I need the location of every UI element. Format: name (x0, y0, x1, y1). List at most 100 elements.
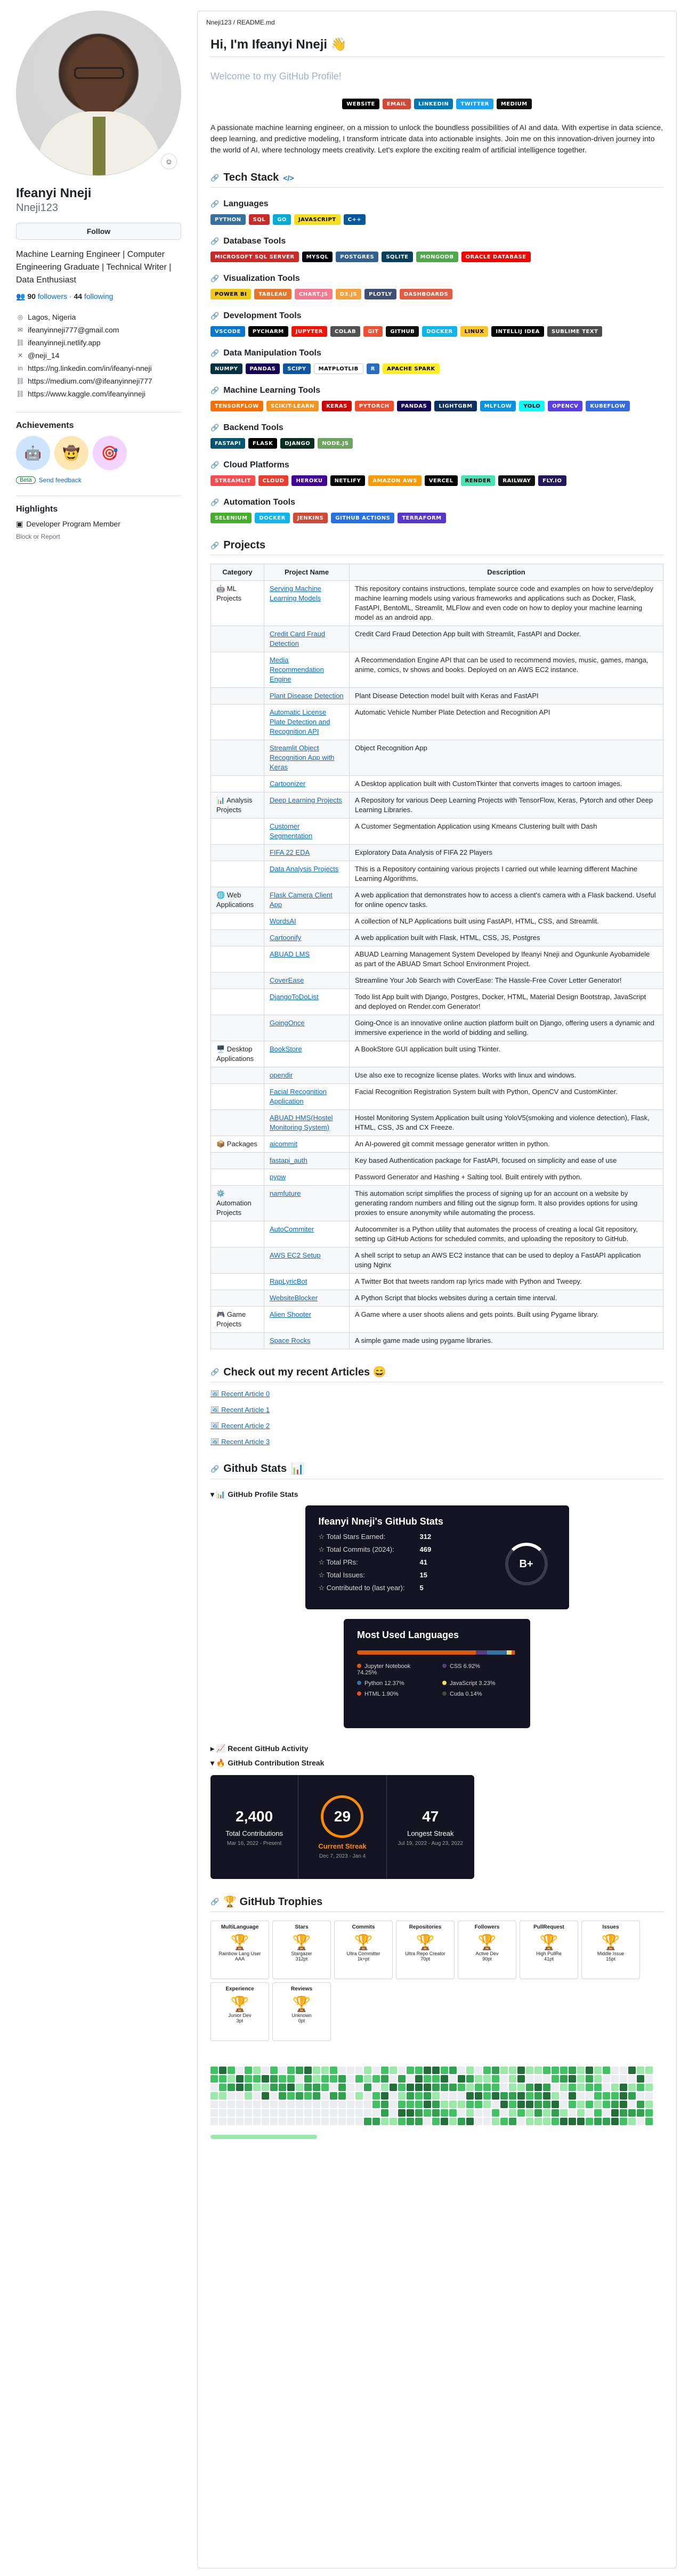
anchor-link-icon[interactable]: 🔗 (210, 237, 219, 246)
achievement-badge[interactable]: 🤠 (54, 436, 88, 470)
vcard-text[interactable]: https://medium.com/@ifeanyinneji777 (28, 375, 152, 387)
streak-longest: 47 Longest Streak Jul 19, 2022 - Aug 23,… (398, 1808, 463, 1846)
vcard-text[interactable]: @neji_14 (28, 349, 59, 362)
project-name-link[interactable]: Facial Recognition Application (264, 1083, 350, 1110)
article-link[interactable]: 🖼 Recent Article 0 (210, 1390, 663, 1398)
project-name-link[interactable]: ABUAD HMS(Hostel Monitoring System) (264, 1109, 350, 1136)
following-link[interactable]: 44 following (74, 292, 114, 301)
project-name-link[interactable]: RapLyricBot (264, 1273, 350, 1290)
languages-bar (357, 1650, 517, 1655)
project-name-link[interactable]: namfuture (264, 1185, 350, 1221)
anchor-link-icon[interactable]: 🔗 (210, 541, 219, 550)
vcard-item[interactable]: ✕ @neji_14 (16, 349, 187, 362)
contribution-cell (569, 2084, 576, 2091)
project-name-link[interactable]: AutoCommiter (264, 1221, 350, 1248)
achievement-badge[interactable]: 🤖 (16, 436, 50, 470)
send-feedback-link[interactable]: Send feedback (39, 476, 82, 484)
contribution-cell (355, 2067, 363, 2074)
project-name-link[interactable]: Alien Shooter (264, 1306, 350, 1333)
social-badge-email[interactable]: Email (382, 99, 411, 109)
contribution-cell (517, 2118, 525, 2125)
trophy-card: Stars 🏆 Stargazer 312pt (272, 1921, 331, 1979)
article-link[interactable]: 🖼 Recent Article 1 (210, 1406, 663, 1414)
project-name-link[interactable]: Data Analysis Projects (264, 861, 350, 887)
anchor-link-icon[interactable]: 🔗 (210, 274, 219, 283)
stack-section-title: 🔗 Visualization Tools (210, 274, 663, 283)
readme-path[interactable]: Nneji123 / README.md (198, 11, 676, 35)
stats-details-summary[interactable]: ▾ 📊 GitHub Profile Stats (210, 1490, 663, 1499)
project-name-link[interactable]: aicommit (264, 1136, 350, 1153)
project-name-link[interactable]: Automatic License Plate Detection and Re… (264, 704, 350, 740)
project-name-link[interactable]: WordsAI (264, 913, 350, 930)
contribution-cell (569, 2118, 576, 2125)
tech-badge: Jenkins (293, 513, 328, 523)
project-name-link[interactable]: Plant Disease Detection (264, 687, 350, 704)
vcard-item[interactable]: ⛓ ifeanyinneji.netlify.app (16, 336, 187, 349)
project-name-link[interactable]: Serving Machine Learning Models (264, 580, 350, 626)
vcard-item[interactable]: ✉ ifeanyinneji777@gmail.com (16, 323, 187, 336)
social-badge-medium[interactable]: Medium (496, 99, 532, 109)
project-name-link[interactable]: WebsiteBlocker (264, 1290, 350, 1307)
project-name-link[interactable]: Streamlit Object Recognition App with Ke… (264, 740, 350, 776)
vcard-text[interactable]: ifeanyinneji777@gmail.com (28, 323, 119, 336)
trophy-subtitle: Stargazer (291, 1951, 312, 1956)
project-name-link[interactable]: CoverEase (264, 972, 350, 989)
vcard-item[interactable]: ◎ Lagos, Nigeria (16, 311, 187, 323)
project-name-link[interactable]: ABUAD LMS (264, 946, 350, 973)
project-name-link[interactable]: Space Rocks (264, 1332, 350, 1349)
project-name-link[interactable]: Cartoonizer (264, 775, 350, 792)
article-link[interactable]: 🖼 Recent Article 2 (210, 1422, 663, 1430)
project-name-link[interactable]: FIFA 22 EDA (264, 844, 350, 861)
vcard-text[interactable]: Lagos, Nigeria (28, 311, 76, 323)
article-link[interactable]: 🖼 Recent Article 3 (210, 1438, 663, 1446)
anchor-link-icon[interactable]: 🔗 (210, 349, 219, 358)
project-name-link[interactable]: Cartoonify (264, 929, 350, 946)
anchor-link-icon[interactable]: 🔗 (210, 424, 219, 432)
anchor-link-icon[interactable]: 🔗 (210, 386, 219, 395)
project-name-link[interactable]: Customer Segmentation (264, 818, 350, 845)
anchor-link-icon[interactable]: 🔗 (210, 498, 219, 507)
project-description: A Python Script that blocks websites dur… (349, 1290, 663, 1307)
project-name-link[interactable]: DjangoToDoList (264, 989, 350, 1015)
social-badge-twitter[interactable]: Twitter (456, 99, 493, 109)
avatar[interactable] (16, 11, 181, 176)
achievement-badge[interactable]: 🎯 (93, 436, 127, 470)
project-name-link[interactable]: Flask Camera Client App (264, 887, 350, 913)
project-name-link[interactable]: Media Recommendation Engine (264, 652, 350, 688)
vcard-item[interactable]: in https://ng.linkedin.com/in/ifeanyi-nne… (16, 362, 187, 375)
streak-details-summary[interactable]: ▾ 🔥 GitHub Contribution Streak (210, 1759, 663, 1768)
project-name-link[interactable]: opendir (264, 1067, 350, 1084)
vcard-item[interactable]: ⛓ https://medium.com/@ifeanyinneji777 (16, 375, 187, 387)
project-name-link[interactable]: Deep Learning Projects (264, 792, 350, 819)
vcard-item[interactable]: ⛓ https://www.kaggle.com/ifeanyinneji (16, 387, 187, 400)
project-name-link[interactable]: fastapi_auth (264, 1152, 350, 1169)
anchor-link-icon[interactable]: 🔗 (210, 174, 219, 182)
project-name-link[interactable]: GoingOnce (264, 1015, 350, 1041)
contribution-cell (637, 2092, 644, 2100)
social-badge-linkedin[interactable]: LinkedIn (414, 99, 453, 109)
anchor-link-icon[interactable]: 🔗 (210, 1465, 219, 1473)
recent-activity-summary[interactable]: ▸ 📈 Recent GitHub Activity (210, 1744, 663, 1753)
anchor-link-icon[interactable]: 🔗 (210, 1898, 219, 1906)
project-name-link[interactable]: pypw (264, 1169, 350, 1186)
tech-badge: Python (210, 214, 246, 225)
stack-badges: Python SQL Go JavaScript C++ (210, 214, 663, 225)
anchor-link-icon[interactable]: 🔗 (210, 312, 219, 320)
block-report-link[interactable]: Block or Report (16, 533, 187, 540)
followers-link[interactable]: 90 followers (27, 292, 67, 301)
contribution-cell (321, 2118, 329, 2125)
contribution-cell (603, 2101, 610, 2108)
anchor-link-icon[interactable]: 🔗 (210, 461, 219, 469)
anchor-link-icon[interactable]: 🔗 (210, 1368, 219, 1376)
status-emoji-icon[interactable]: ☺ (161, 153, 177, 169)
contribution-cell (236, 2118, 244, 2125)
follow-button[interactable]: Follow (16, 223, 181, 240)
vcard-text[interactable]: https://www.kaggle.com/ifeanyinneji (28, 387, 145, 400)
social-badge-website[interactable]: Website (342, 99, 379, 109)
vcard-text[interactable]: ifeanyinneji.netlify.app (28, 336, 101, 349)
vcard-text[interactable]: https://ng.linkedin.com/in/ifeanyi-nneji (28, 362, 152, 375)
project-name-link[interactable]: BookStore (264, 1041, 350, 1067)
anchor-link-icon[interactable]: 🔗 (210, 200, 219, 208)
project-name-link[interactable]: Credit Card Fraud Detection (264, 626, 350, 652)
project-name-link[interactable]: AWS EC2 Setup (264, 1247, 350, 1274)
